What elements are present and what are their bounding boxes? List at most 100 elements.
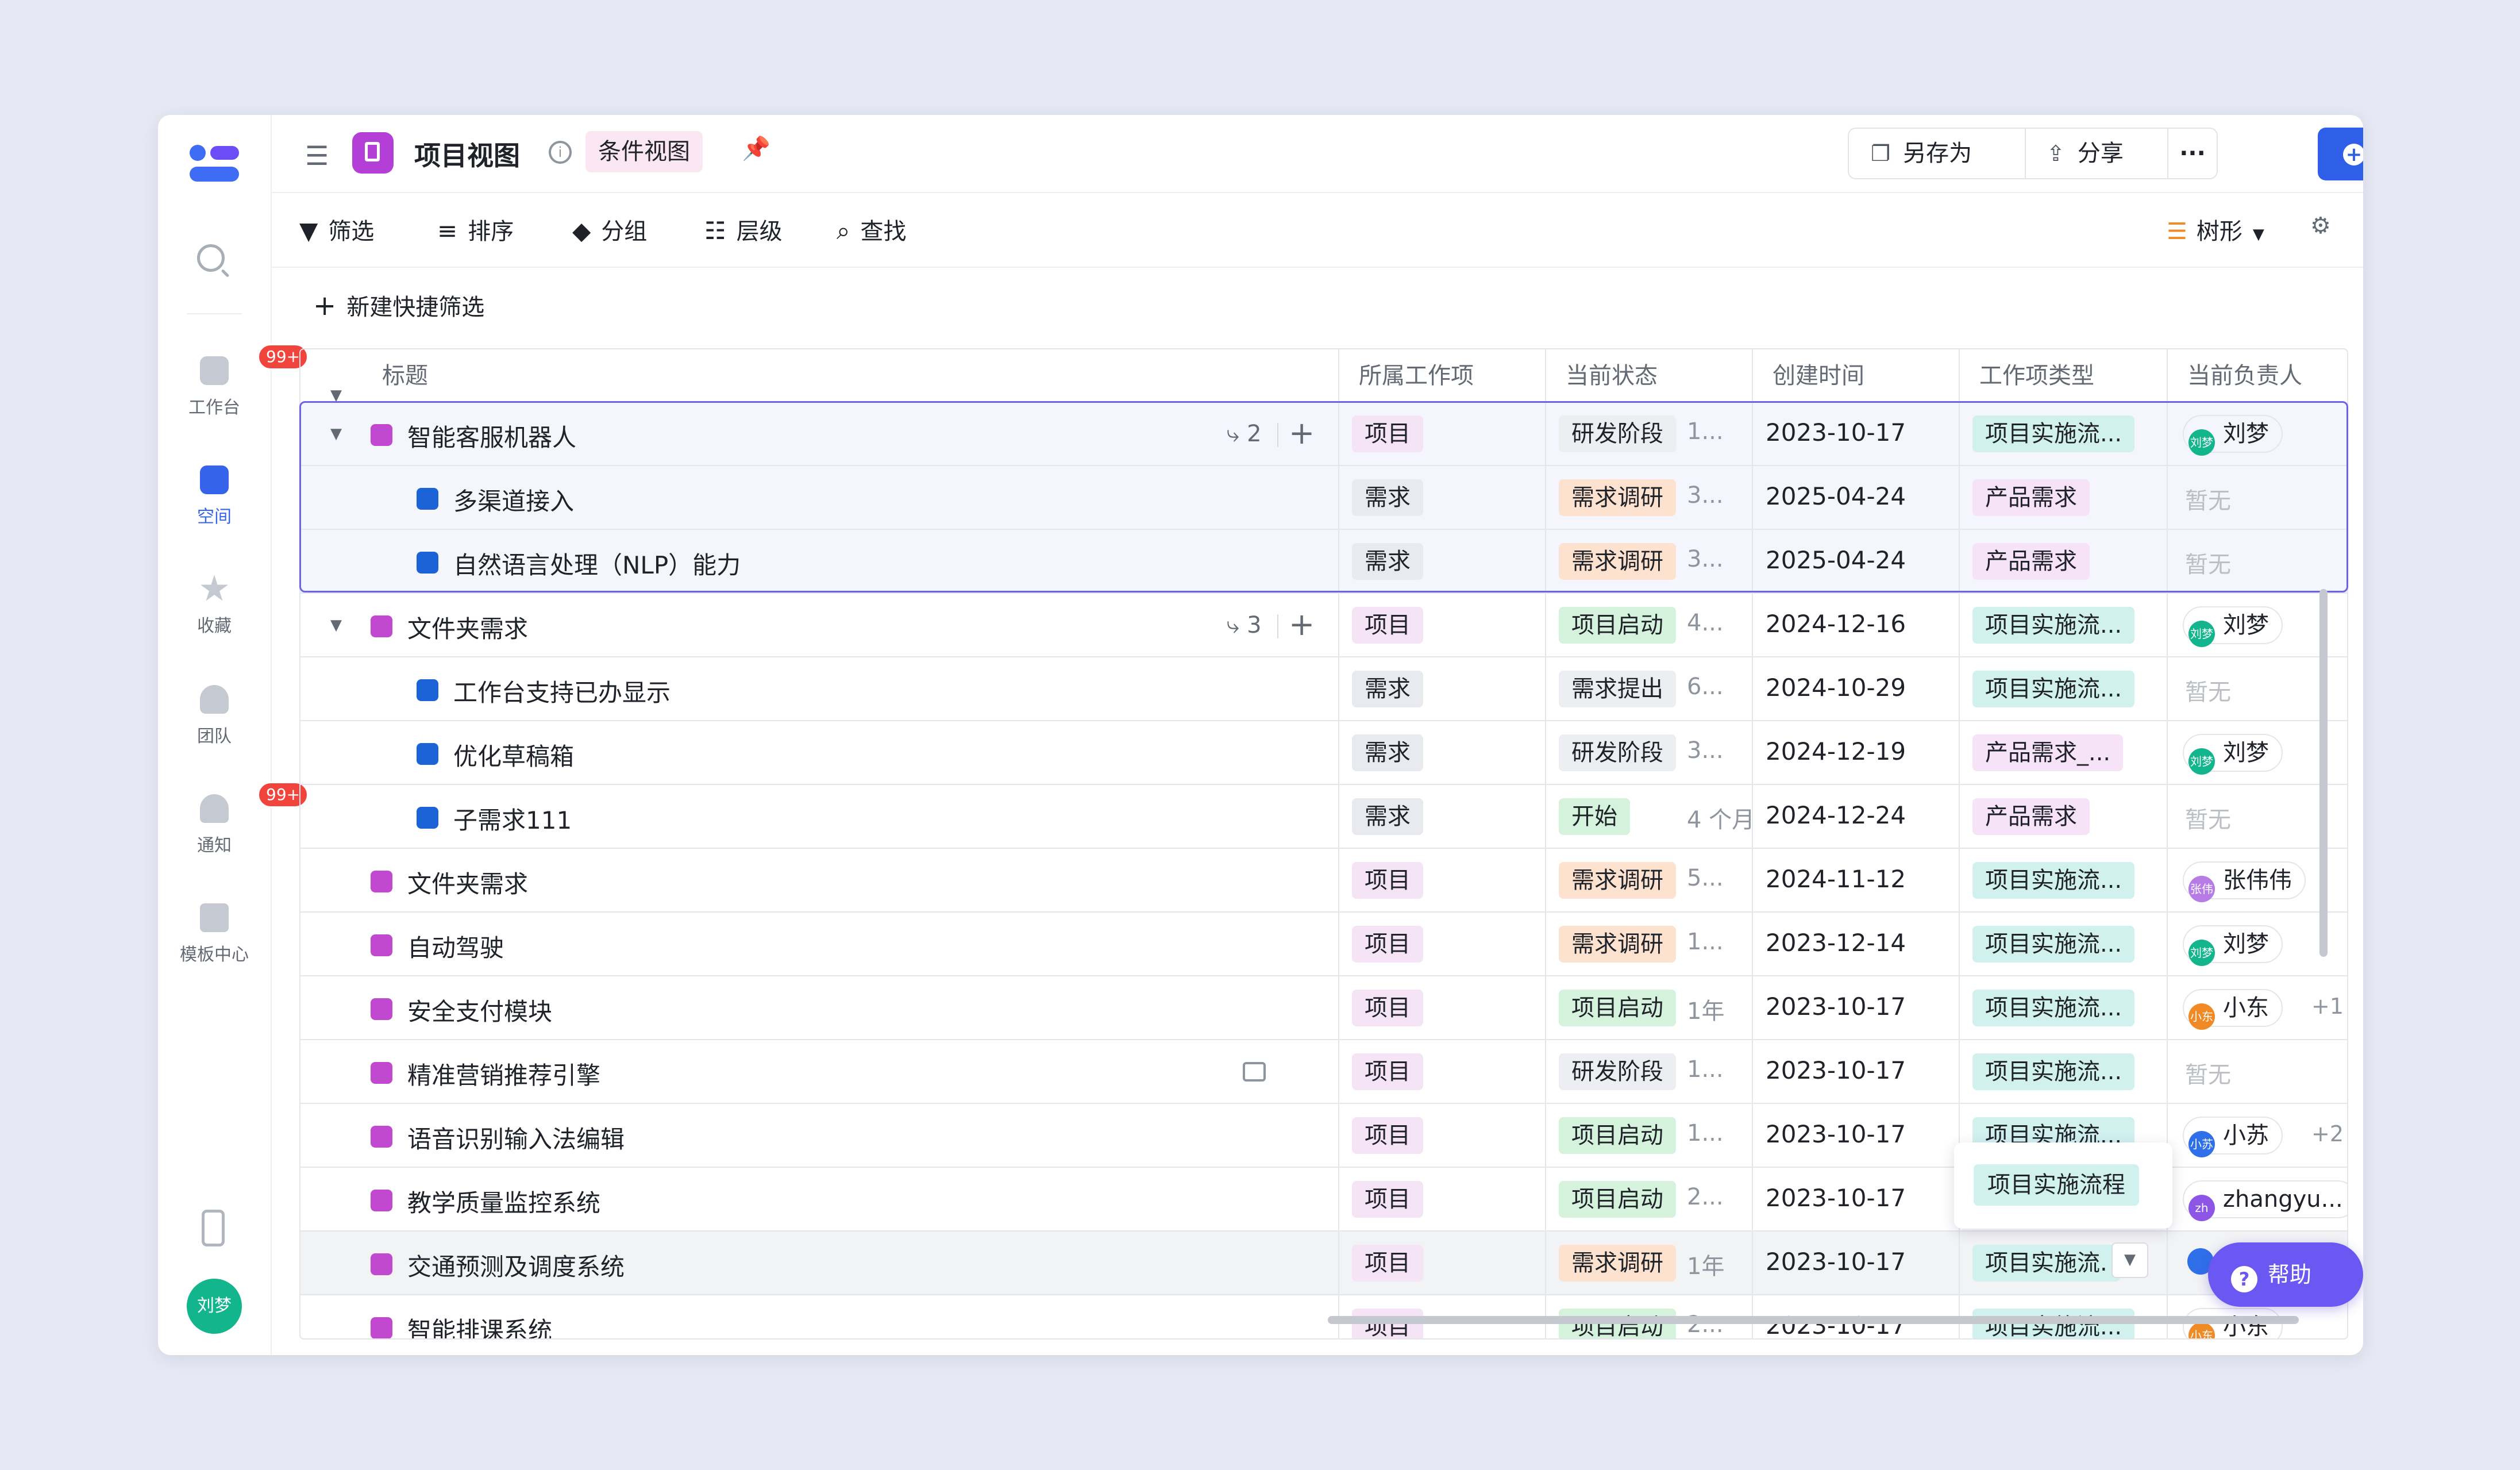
column-header-type[interactable]: 工作项类型 xyxy=(1960,349,2168,402)
group-button[interactable]: ◆ 分组 xyxy=(572,213,647,246)
item-title[interactable]: 子需求111 xyxy=(453,801,572,836)
item-title[interactable]: 文件夹需求 xyxy=(407,865,528,900)
title-cell[interactable]: 交通预测及调度系统 xyxy=(300,1232,1339,1294)
item-cell[interactable]: 项目 xyxy=(1339,1040,1546,1103)
status-cell[interactable]: 项目启动 2... xyxy=(1546,1168,1753,1230)
item-title[interactable]: 文件夹需求 xyxy=(407,610,528,645)
dropdown-option[interactable]: 项目实施流程 xyxy=(1974,1164,2139,1206)
user-avatar[interactable]: 刘梦 xyxy=(187,1279,242,1334)
status-cell[interactable]: 项目启动 1... xyxy=(1546,1104,1753,1167)
title-cell[interactable]: 语音识别输入法编辑 xyxy=(300,1104,1339,1167)
status-cell[interactable]: 需求调研 1... xyxy=(1546,913,1753,975)
table-row[interactable]: ▼ 智能客服机器人 ⤷ 2 + 项目 研发阶段 1... 2023-10-17 项目实施流...… xyxy=(300,402,2347,466)
subitem-count[interactable]: ⤷ 3 xyxy=(1227,612,1262,638)
item-cell[interactable]: 项目 xyxy=(1339,1232,1546,1294)
vertical-scrollbar[interactable] xyxy=(2319,589,2328,957)
sort-button[interactable]: ≡ 排序 xyxy=(437,213,514,246)
title-cell[interactable]: 教学质量监控系统 xyxy=(300,1168,1339,1230)
owner-chip[interactable]: 小苏 小苏 xyxy=(2183,1117,2283,1157)
owner-cell[interactable]: 暂无 xyxy=(2168,1040,2347,1103)
save-as-button[interactable]: ❐ 另存为 xyxy=(1848,128,2026,179)
sidebar-item-workbench[interactable]: 99+ 工作台 xyxy=(158,344,309,418)
table-row[interactable]: 交通预测及调度系统 项目 需求调研 1年 2023-10-17 项目实施流. xyxy=(300,1232,2347,1295)
comment-icon[interactable] xyxy=(1243,1062,1266,1082)
type-cell[interactable]: 项目实施流... xyxy=(1960,1040,2168,1103)
owner-cell[interactable]: 暂无 xyxy=(2168,530,2347,592)
title-cell[interactable]: 子需求111 xyxy=(300,785,1339,848)
owner-chip[interactable]: 小东 小东 xyxy=(2183,989,2283,1030)
status-cell[interactable]: 项目启动 1年 xyxy=(1546,976,1753,1039)
expand-caret-icon[interactable]: ▼ xyxy=(330,425,342,442)
table-row[interactable]: 子需求111 需求 开始 4 个月 2024-12-24 产品需求 暂无 xyxy=(300,785,2347,849)
column-header-item[interactable]: 所属工作项 xyxy=(1339,349,1546,402)
title-cell[interactable]: 精准营销推荐引擎 xyxy=(300,1040,1339,1103)
item-title[interactable]: 智能客服机器人 xyxy=(407,418,576,453)
status-cell[interactable]: 研发阶段 3... xyxy=(1546,721,1753,784)
item-cell[interactable]: 项目 xyxy=(1339,1104,1546,1167)
view-type-tag[interactable]: 条件视图 xyxy=(585,131,703,172)
owner-cell[interactable]: 刘梦 刘梦 xyxy=(2168,402,2347,465)
pin-icon[interactable]: 📌 xyxy=(742,135,770,162)
type-cell[interactable]: 产品需求 xyxy=(1960,785,2168,848)
owner-more-count[interactable]: +1 xyxy=(2311,994,2344,1019)
item-cell[interactable]: 需求 xyxy=(1339,530,1546,592)
status-cell[interactable]: 需求调研 3... xyxy=(1546,466,1753,529)
sidebar-item-space[interactable]: 空间 xyxy=(158,465,271,528)
item-cell[interactable]: 需求 xyxy=(1339,785,1546,848)
table-row[interactable]: 工作台支持已办显示 需求 需求提出 6... 2024-10-29 项目实施流... 暂无 xyxy=(300,657,2347,721)
table-row[interactable]: 优化草稿箱 需求 研发阶段 3... 2024-12-19 产品需求_... 刘梦 刘梦 xyxy=(300,721,2347,785)
sidebar-item-team[interactable]: 团队 xyxy=(158,685,271,747)
status-cell[interactable]: 需求调研 1年 xyxy=(1546,1232,1753,1294)
table-row[interactable]: 安全支付模块 项目 项目启动 1年 2023-10-17 项目实施流... 小东 小东 +1 xyxy=(300,976,2347,1040)
table-row[interactable]: 自动驾驶 项目 需求调研 1... 2023-12-14 项目实施流... 刘梦 刘梦 xyxy=(300,913,2347,976)
horizontal-scrollbar[interactable] xyxy=(1328,1316,2299,1324)
item-cell[interactable]: 项目 xyxy=(1339,402,1546,465)
item-title[interactable]: 工作台支持已办显示 xyxy=(453,674,671,709)
settings-sliders-icon[interactable]: ⚙ xyxy=(2310,213,2331,239)
type-cell[interactable]: 项目实施流... xyxy=(1960,657,2168,720)
item-cell[interactable]: 需求 xyxy=(1339,466,1546,529)
column-header-title[interactable]: ▼ 标题 xyxy=(300,349,1339,404)
collapse-sidebar-icon[interactable]: ☰ xyxy=(305,140,329,171)
item-title[interactable]: 多渠道接入 xyxy=(453,482,574,517)
title-cell[interactable]: 优化草稿箱 xyxy=(300,721,1339,784)
type-cell[interactable]: 产品需求 xyxy=(1960,466,2168,529)
item-cell[interactable]: 需求 xyxy=(1339,721,1546,784)
owner-more-count[interactable]: +2 xyxy=(2311,1121,2344,1146)
app-logo[interactable] xyxy=(190,145,239,185)
type-cell[interactable]: 项目实施流... xyxy=(1960,594,2168,656)
item-title[interactable]: 智能排课系统 xyxy=(407,1311,552,1338)
title-cell[interactable]: ▼ 文件夹需求 ⤷ 3 + xyxy=(300,594,1339,656)
type-cell[interactable]: 项目实施流... xyxy=(1960,976,2168,1039)
new-button[interactable]: +新建 xyxy=(2318,128,2363,180)
subitem-count[interactable]: ⤷ 2 xyxy=(1227,421,1262,447)
status-cell[interactable]: 需求调研 3... xyxy=(1546,530,1753,592)
item-cell[interactable]: 需求 xyxy=(1339,657,1546,720)
item-title[interactable]: 自动驾驶 xyxy=(407,929,504,964)
owner-chip[interactable]: 刘梦 刘梦 xyxy=(2183,734,2283,775)
table-row[interactable]: 文件夹需求 项目 需求调研 5... 2024-11-12 项目实施流... 张伟 张伟伟 xyxy=(300,849,2347,913)
table-row[interactable]: ▼ 文件夹需求 ⤷ 3 + 项目 项目启动 4... 2024-12-16 项目实施流... 刘梦… xyxy=(300,594,2347,657)
new-quick-filter-button[interactable]: + 新建快捷筛选 xyxy=(313,288,484,322)
owner-chip[interactable]: 刘梦 刘梦 xyxy=(2183,925,2283,966)
item-cell[interactable]: 项目 xyxy=(1339,913,1546,975)
help-button[interactable]: ? 帮助 xyxy=(2208,1242,2363,1307)
column-header-created[interactable]: 创建时间 xyxy=(1753,349,1960,402)
sidebar-item-notifications[interactable]: 99+ 通知 xyxy=(158,782,309,856)
sidebar-item-templates[interactable]: 模板中心 xyxy=(158,903,271,965)
owner-cell[interactable]: 暂无 xyxy=(2168,466,2347,529)
table-row[interactable]: 多渠道接入 需求 需求调研 3... 2025-04-24 产品需求 暂无 xyxy=(300,466,2347,530)
owner-chip[interactable]: 刘梦 刘梦 xyxy=(2183,606,2283,647)
cell-dropdown-button[interactable]: ▼ xyxy=(2111,1242,2148,1278)
find-button[interactable]: ⌕ 查找 xyxy=(837,213,907,246)
table-row[interactable]: 自然语言处理（NLP）能力 需求 需求调研 3... 2025-04-24 产品需求 暂无 xyxy=(300,530,2347,594)
title-cell[interactable]: 文件夹需求 xyxy=(300,849,1339,911)
item-cell[interactable]: 项目 xyxy=(1339,976,1546,1039)
sidebar-item-favorites[interactable]: 收藏 xyxy=(158,575,271,637)
item-title[interactable]: 安全支付模块 xyxy=(407,992,552,1028)
type-cell[interactable]: 项目实施流... xyxy=(1960,402,2168,465)
title-cell[interactable]: 自然语言处理（NLP）能力 xyxy=(300,530,1339,592)
owner-chip[interactable]: 刘梦 刘梦 xyxy=(2183,415,2283,456)
info-icon[interactable]: i xyxy=(549,141,572,164)
type-cell[interactable]: 项目实施流... xyxy=(1960,849,2168,911)
